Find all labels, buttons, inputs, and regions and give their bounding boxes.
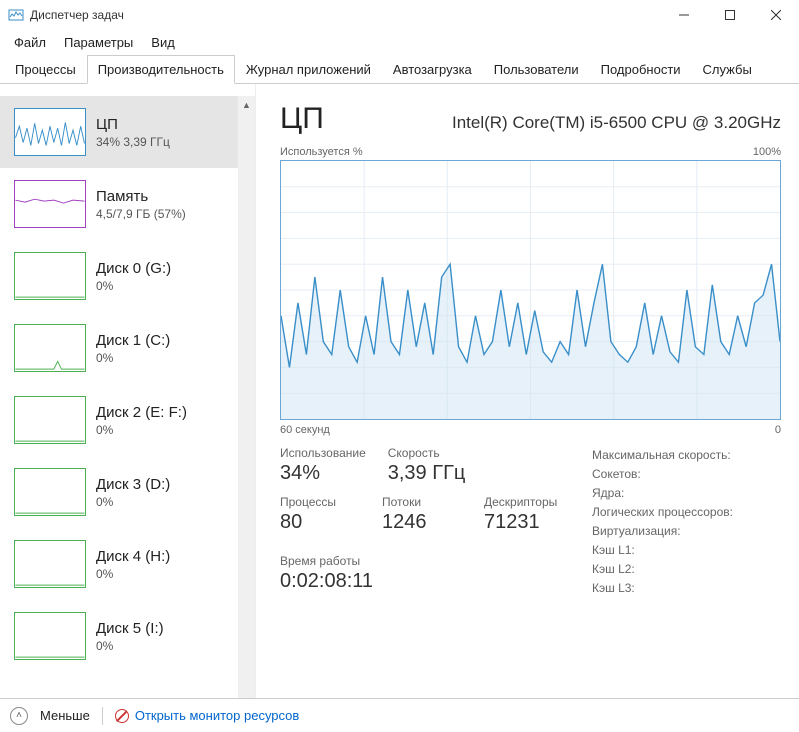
sidebar-item-title: Диск 0 (G:) [96,260,171,277]
sidebar-text: Диск 2 (E: F:) 0% [96,404,187,437]
open-resource-monitor-link[interactable]: Открыть монитор ресурсов [115,708,299,723]
sidebar-item-title: Диск 2 (E: F:) [96,404,187,421]
cpu-chart[interactable] [280,160,781,420]
app-icon [8,7,24,23]
sidebar-text: ЦП 34% 3,39 ГГц [96,116,170,149]
stats-left: Использование 34% Скорость 3,39 ГГц Проц… [280,446,564,595]
info-sockets: Сокетов: [592,467,733,481]
menu-options[interactable]: Параметры [56,33,141,52]
chart-top-labels: Используется % 100% [280,146,781,158]
tabbar: Процессы Производительность Журнал прило… [0,54,799,84]
sidebar-thumb [14,612,86,660]
tab-users[interactable]: Пользователи [483,55,590,84]
tab-services[interactable]: Службы [692,55,763,84]
info-cores: Ядра: [592,486,733,500]
sidebar-item-title: Диск 5 (I:) [96,620,164,637]
sidebar-list: ЦП 34% 3,39 ГГц Память 4,5/7,9 ГБ (57%) Диск… [0,96,238,698]
sidebar-item-sub: 0% [96,495,170,509]
separator [102,707,103,725]
tab-performance[interactable]: Производительность [87,55,235,84]
sidebar-thumb [14,324,86,372]
window-title: Диспетчер задач [30,8,661,22]
chevron-up-icon[interactable]: ˄ [10,707,28,725]
monitor-icon [115,709,129,723]
sidebar-thumb [14,180,86,228]
cpu-model: Intel(R) Core(TM) i5-6500 CPU @ 3.20GHz [344,113,781,133]
scroll-up-icon[interactable]: ▲ [238,96,255,113]
sidebar-item-3[interactable]: Диск 1 (C:) 0% [0,312,238,384]
tab-processes[interactable]: Процессы [4,55,87,84]
sidebar-item-0[interactable]: ЦП 34% 3,39 ГГц [0,96,238,168]
sidebar-thumb [14,468,86,516]
fewer-details-button[interactable]: Меньше [40,708,90,723]
window-controls [661,0,799,30]
stat-processes: Процессы 80 [280,495,360,534]
close-button[interactable] [753,0,799,30]
sidebar-thumb [14,252,86,300]
info-l3: Кэш L3: [592,581,733,595]
sidebar-text: Диск 1 (C:) 0% [96,332,170,365]
stat-handles: Дескрипторы 71231 [484,495,564,534]
sidebar-item-sub: 0% [96,639,164,653]
sidebar-item-1[interactable]: Память 4,5/7,9 ГБ (57%) [0,168,238,240]
sidebar-item-6[interactable]: Диск 4 (H:) 0% [0,528,238,600]
sidebar-item-sub: 4,5/7,9 ГБ (57%) [96,207,186,221]
minimize-button[interactable] [661,0,707,30]
sidebar-text: Диск 5 (I:) 0% [96,620,164,653]
sidebar-thumb [14,396,86,444]
content: ЦП 34% 3,39 ГГц Память 4,5/7,9 ГБ (57%) Диск… [0,84,799,698]
stats-right: Максимальная скорость: Сокетов: Ядра: Ло… [592,446,733,595]
sidebar-text: Диск 0 (G:) 0% [96,260,171,293]
sidebar-item-title: Диск 3 (D:) [96,476,170,493]
open-resource-monitor-label: Открыть монитор ресурсов [135,708,299,723]
menu-file[interactable]: Файл [6,33,54,52]
sidebar-item-sub: 0% [96,567,170,581]
info-virt: Виртуализация: [592,524,733,538]
sidebar-item-sub: 34% 3,39 ГГц [96,135,170,149]
tab-app-history[interactable]: Журнал приложений [235,55,382,84]
main-header: ЦП Intel(R) Core(TM) i5-6500 CPU @ 3.20G… [280,102,781,136]
stat-uptime: Время работы 0:02:08:11 [280,554,564,593]
sidebar-item-4[interactable]: Диск 2 (E: F:) 0% [0,384,238,456]
sidebar-text: Диск 3 (D:) 0% [96,476,170,509]
axis-left: 60 секунд [280,424,330,436]
axis-right: 0 [775,424,781,436]
chart-label-right: 100% [753,146,781,158]
tab-details[interactable]: Подробности [590,55,692,84]
stat-speed: Скорость 3,39 ГГц [388,446,468,485]
sidebar-thumb [14,540,86,588]
sidebar-thumb [14,108,86,156]
menu-view[interactable]: Вид [143,33,183,52]
sidebar-item-sub: 0% [96,351,170,365]
chart-bottom-labels: 60 секунд 0 [280,424,781,436]
menubar: Файл Параметры Вид [0,30,799,54]
stat-usage: Использование 34% [280,446,366,485]
sidebar-item-7[interactable]: Диск 5 (I:) 0% [0,600,238,672]
main-panel: ЦП Intel(R) Core(TM) i5-6500 CPU @ 3.20G… [256,84,799,698]
info-lp: Логических процессоров: [592,505,733,519]
info-maxspeed: Максимальная скорость: [592,448,733,462]
sidebar-item-title: Диск 4 (H:) [96,548,170,565]
info-l2: Кэш L2: [592,562,733,576]
stats: Использование 34% Скорость 3,39 ГГц Проц… [280,446,781,595]
sidebar-item-5[interactable]: Диск 3 (D:) 0% [0,456,238,528]
footer: ˄ Меньше Открыть монитор ресурсов [0,698,799,732]
scrollbar[interactable]: ▲ [238,96,255,698]
sidebar-item-2[interactable]: Диск 0 (G:) 0% [0,240,238,312]
sidebar-item-sub: 0% [96,279,171,293]
sidebar-item-sub: 0% [96,423,187,437]
cpu-title: ЦП [280,102,324,136]
info-l1: Кэш L1: [592,543,733,557]
stat-threads: Потоки 1246 [382,495,462,534]
tab-startup[interactable]: Автозагрузка [382,55,483,84]
maximize-button[interactable] [707,0,753,30]
sidebar-text: Память 4,5/7,9 ГБ (57%) [96,188,186,221]
sidebar-item-title: Память [96,188,186,205]
sidebar-item-title: ЦП [96,116,170,133]
titlebar: Диспетчер задач [0,0,799,30]
sidebar-item-title: Диск 1 (C:) [96,332,170,349]
sidebar-text: Диск 4 (H:) 0% [96,548,170,581]
chart-label-left: Используется % [280,146,363,158]
sidebar: ЦП 34% 3,39 ГГц Память 4,5/7,9 ГБ (57%) Диск… [0,84,256,698]
